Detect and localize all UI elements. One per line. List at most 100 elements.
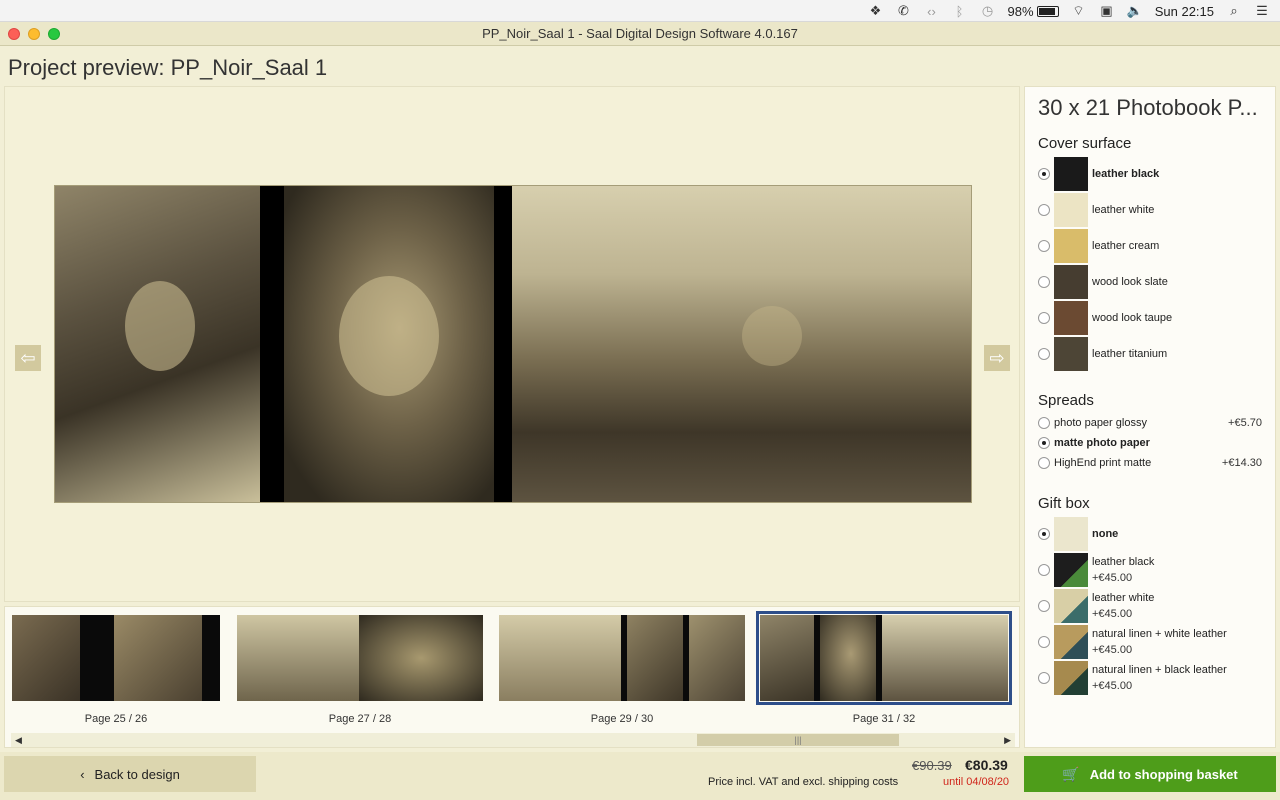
volume-icon[interactable]: 🔈 <box>1127 0 1143 22</box>
window-title-bar: PP_Noir_Saal 1 - Saal Digital Design Sof… <box>0 22 1280 46</box>
spreads-heading: Spreads <box>1038 392 1094 409</box>
dropbox-icon[interactable]: ❖ <box>868 0 884 22</box>
add-to-basket-label: Add to shopping basket <box>1089 766 1238 782</box>
thumbnail-page-27-28[interactable]: Page 27 / 28 <box>237 615 483 725</box>
photo-girl-headscarf <box>55 186 260 502</box>
scroll-right-icon[interactable]: ▶ <box>1004 733 1011 747</box>
radio-button[interactable] <box>1038 600 1050 612</box>
cover-option-leather-cream[interactable]: leather cream <box>1038 228 1262 264</box>
swatch-leather-titanium <box>1054 337 1088 371</box>
radio-button[interactable] <box>1038 276 1050 288</box>
swatch-leather-cream <box>1054 229 1088 263</box>
window-title: PP_Noir_Saal 1 - Saal Digital Design Sof… <box>482 26 798 41</box>
cover-option-label: wood look slate <box>1092 276 1168 288</box>
radio-button[interactable] <box>1038 636 1050 648</box>
photobook-spread <box>54 185 972 503</box>
previous-spread-arrow-icon[interactable]: ⇦ <box>15 345 41 371</box>
thumbnail-image <box>237 615 483 701</box>
code-icon[interactable]: ‹› <box>924 0 940 22</box>
giftbox-option-leather-white[interactable]: leather white +€45.00 <box>1038 588 1262 624</box>
cover-option-label: leather cream <box>1092 240 1160 252</box>
thumbnail-page-29-30[interactable]: Page 29 / 30 <box>499 615 745 725</box>
cover-option-wood-look-slate[interactable]: wood look slate <box>1038 264 1262 300</box>
giftbox-option-label: natural linen + black leather <box>1092 664 1227 676</box>
spreads-option-price: +€14.30 <box>1221 457 1262 469</box>
back-to-design-button[interactable]: ‹ Back to design <box>4 756 256 792</box>
giftbox-option-label: leather white <box>1092 592 1155 604</box>
spreads-option-label: photo paper glossy <box>1054 417 1147 429</box>
thumbnail-label: Page 31 / 32 <box>852 713 916 725</box>
time-machine-icon[interactable]: ◷ <box>980 0 996 22</box>
minimize-window-button[interactable] <box>28 28 40 40</box>
notification-center-icon[interactable]: ☰ <box>1254 0 1270 22</box>
original-price: €90.39 <box>912 758 952 773</box>
swatch-leather-black <box>1054 157 1088 191</box>
thumbnail-page-25-26[interactable]: Page 25 / 26 <box>12 615 220 725</box>
battery-status[interactable]: 98% <box>1008 4 1059 19</box>
swatch-wood-look-slate <box>1054 265 1088 299</box>
thumbnail-page-31-32[interactable]: Page 31 / 32 <box>756 611 1012 725</box>
cover-option-label: leather white <box>1092 204 1155 216</box>
cover-option-leather-white[interactable]: leather white <box>1038 192 1262 228</box>
radio-button[interactable] <box>1038 204 1050 216</box>
radio-button[interactable] <box>1038 168 1050 180</box>
chevron-left-icon: ‹ <box>80 766 85 782</box>
window-controls <box>8 28 60 40</box>
giftbox-option-price: +€45.00 <box>1092 572 1133 584</box>
next-spread-arrow-icon[interactable]: ⇨ <box>984 345 1010 371</box>
scroll-left-icon[interactable]: ◀ <box>15 733 22 747</box>
scrollbar-thumb[interactable]: ||| <box>697 734 899 746</box>
cover-option-label: leather titanium <box>1092 348 1168 360</box>
giftbox-option-none[interactable]: none <box>1038 516 1262 552</box>
spreads-option-label: HighEnd print matte <box>1054 457 1152 469</box>
spreads-option-highend-print-matte[interactable]: HighEnd print matte +€14.30 <box>1038 453 1262 473</box>
cover-option-wood-look-taupe[interactable]: wood look taupe <box>1038 300 1262 336</box>
clock[interactable]: Sun 22:15 <box>1155 4 1214 19</box>
page-thumbnails: Page 25 / 26 Page 27 / 28 Page 29 / 30 P… <box>4 606 1020 748</box>
radio-button[interactable] <box>1038 457 1050 469</box>
battery-icon <box>1036 5 1059 17</box>
radio-button[interactable] <box>1038 564 1050 576</box>
giftbox-option-linen-black-leather[interactable]: natural linen + black leather +€45.00 <box>1038 660 1262 696</box>
zoom-window-button[interactable] <box>48 28 60 40</box>
phone-icon[interactable]: ✆ <box>896 0 912 22</box>
giftbox-option-price: +€45.00 <box>1092 608 1133 620</box>
giftbox-option-leather-black[interactable]: leather black +€45.00 <box>1038 552 1262 588</box>
wifi-icon[interactable]: ⌔ <box>1071 0 1087 22</box>
thumbnail-image <box>499 615 745 701</box>
calendar-icon[interactable]: ▣ <box>1099 0 1115 22</box>
cover-option-leather-titanium[interactable]: leather titanium <box>1038 336 1262 372</box>
photo-girl-windblown-hair <box>283 186 494 502</box>
menu-bar: ❖ ✆ ‹› ᛒ ◷ 98% ⌔ ▣ 🔈 Sun 22:15 ⌕ ☰ <box>0 0 1280 22</box>
spreads-option-photo-paper-glossy[interactable]: photo paper glossy +€5.70 <box>1038 413 1262 433</box>
radio-button[interactable] <box>1038 672 1050 684</box>
close-window-button[interactable] <box>8 28 20 40</box>
add-to-basket-button[interactable]: 🛒 Add to shopping basket <box>1024 756 1276 792</box>
thumbnail-scrollbar[interactable]: ◀ ||| ▶ <box>11 733 1015 747</box>
thumbnail-label: Page 25 / 26 <box>84 713 148 725</box>
discounted-price: €80.39 <box>965 757 1008 773</box>
offer-until-date: until 04/08/20 <box>943 776 1010 788</box>
menu-bar-status-area: ❖ ✆ ‹› ᛒ ◷ 98% ⌔ ▣ 🔈 Sun 22:15 ⌕ ☰ <box>868 0 1271 22</box>
cover-option-label: leather black <box>1092 168 1160 180</box>
radio-button[interactable] <box>1038 528 1050 540</box>
giftbox-option-label: leather black <box>1092 556 1155 568</box>
radio-button[interactable] <box>1038 240 1050 252</box>
battery-percent: 98% <box>1007 3 1034 19</box>
giftbox-option-linen-white-leather[interactable]: natural linen + white leather +€45.00 <box>1038 624 1262 660</box>
spreads-option-label: matte photo paper <box>1054 437 1150 449</box>
product-options-panel: 30 x 21 Photobook P... Cover surface lea… <box>1024 86 1276 748</box>
radio-button[interactable] <box>1038 417 1050 429</box>
radio-button[interactable] <box>1038 348 1050 360</box>
radio-button[interactable] <box>1038 437 1050 449</box>
price-note: Price incl. VAT and excl. shipping costs <box>708 776 899 788</box>
swatch-giftbox-leather-white <box>1054 589 1088 623</box>
radio-button[interactable] <box>1038 312 1050 324</box>
cover-option-leather-black[interactable]: leather black <box>1038 156 1262 192</box>
spotlight-search-icon[interactable]: ⌕ <box>1226 0 1242 22</box>
thumbnail-label: Page 27 / 28 <box>328 713 392 725</box>
bluetooth-icon[interactable]: ᛒ <box>952 0 968 22</box>
swatch-none <box>1054 517 1088 551</box>
spread-preview: ⇦ ⇨ <box>4 86 1020 602</box>
spreads-option-matte-photo-paper[interactable]: matte photo paper <box>1038 433 1262 453</box>
